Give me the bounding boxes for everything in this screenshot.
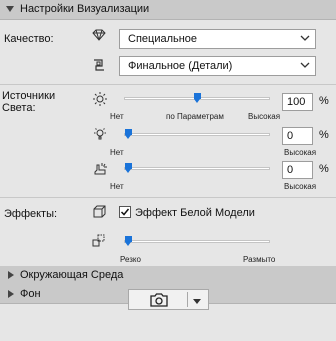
- lamp-percent-unit: %: [319, 129, 329, 141]
- blur-slider-max-label: Размыто: [243, 255, 276, 264]
- lamp-slider-max-label: Высокая: [284, 148, 317, 157]
- render-detail-value: Финальное (Детали): [128, 60, 233, 72]
- lamp-intensity-value: 0: [287, 130, 294, 142]
- blur-slider-min-label: Резко: [120, 255, 141, 264]
- effects-label: Эффекты:: [4, 208, 58, 220]
- white-model-checkbox[interactable]: [119, 206, 131, 218]
- lamp-slider-thumb[interactable]: [125, 129, 132, 139]
- sun-intensity-value: 100: [287, 96, 306, 108]
- background-section-title: Фон: [20, 288, 41, 300]
- sun-percent-unit: %: [319, 95, 329, 107]
- render-detail-dropdown[interactable]: Финальное (Детали): [119, 56, 316, 76]
- blur-slider-thumb[interactable]: [125, 236, 132, 246]
- lamp-slider-min-label: Нет: [110, 148, 124, 157]
- hand-intensity-value: 0: [287, 164, 294, 176]
- expand-triangle-icon[interactable]: [8, 290, 14, 298]
- hand-light-icon: [93, 162, 109, 179]
- cube-icon: [92, 205, 106, 222]
- hand-slider-min-label: Нет: [110, 182, 124, 191]
- sun-slider-mid-label: по Параметрам: [166, 112, 224, 121]
- quality-dropdown[interactable]: Специальное: [119, 29, 316, 49]
- expand-triangle-icon[interactable]: [8, 271, 14, 279]
- chevron-down-icon: [300, 33, 310, 46]
- visualization-settings-header[interactable]: Настройки Визуализации: [0, 0, 336, 20]
- sun-intensity-input[interactable]: 100: [282, 93, 313, 111]
- quality-label: Качество:: [4, 33, 54, 45]
- environment-section-header[interactable]: Окружающая Среда: [0, 266, 336, 286]
- hand-slider-thumb[interactable]: [125, 163, 132, 173]
- light-sources-label: Источники Света:: [2, 90, 56, 114]
- sun-slider-max-label: Высокая: [248, 112, 281, 121]
- quality-dropdown-value: Специальное: [128, 33, 198, 45]
- collapse-triangle-icon[interactable]: [6, 6, 14, 12]
- render-engine-icon: [92, 58, 106, 75]
- camera-icon[interactable]: [150, 292, 168, 310]
- hand-slider-track[interactable]: [124, 167, 270, 170]
- divider: [0, 197, 336, 198]
- blur-slider-track[interactable]: [124, 240, 270, 243]
- checkmark-icon: [120, 208, 130, 216]
- dropdown-arrow-icon[interactable]: [193, 296, 201, 308]
- white-model-label[interactable]: Эффект Белой Модели: [135, 207, 255, 219]
- environment-section-title: Окружающая Среда: [20, 269, 124, 281]
- separator: [187, 292, 188, 307]
- hand-slider-max-label: Высокая: [284, 182, 317, 191]
- divider: [0, 84, 336, 85]
- lamp-icon: [93, 127, 107, 144]
- sun-slider-thumb[interactable]: [194, 93, 201, 103]
- lamp-intensity-input[interactable]: 0: [282, 127, 313, 145]
- diamond-icon: [92, 29, 106, 44]
- sun-icon: [93, 92, 107, 109]
- chevron-down-icon: [300, 60, 310, 73]
- sun-slider-min-label: Нет: [110, 112, 124, 121]
- section-title: Настройки Визуализации: [20, 3, 150, 15]
- blur-effect-icon: [92, 234, 106, 251]
- hand-intensity-input[interactable]: 0: [282, 161, 313, 179]
- hand-percent-unit: %: [319, 163, 329, 175]
- lamp-slider-track[interactable]: [124, 133, 270, 136]
- snapshot-button-group[interactable]: [128, 289, 209, 310]
